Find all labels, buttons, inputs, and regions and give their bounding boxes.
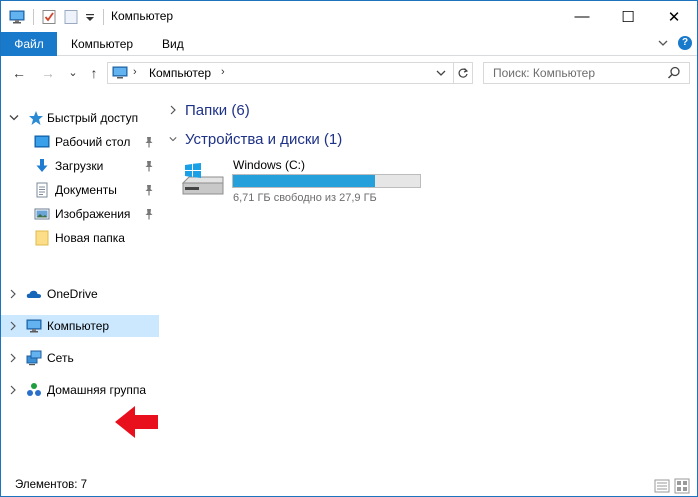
document-icon xyxy=(36,182,48,198)
sidebar-item-documents[interactable]: Документы xyxy=(1,179,159,201)
drive-name: Windows (C:) xyxy=(233,158,306,172)
tab-view[interactable]: Вид xyxy=(150,32,196,56)
drive-item[interactable]: Windows (C:) 6,71 ГБ свободно из 27,9 ГБ xyxy=(179,155,429,205)
breadcrumb-arrow[interactable]: › xyxy=(133,66,137,78)
computer-icon xyxy=(112,66,128,79)
chevron-right-icon[interactable] xyxy=(169,104,177,116)
refresh-icon xyxy=(458,68,468,78)
hard-drive-icon xyxy=(181,163,224,195)
maximize-button[interactable]: ☐ xyxy=(605,1,651,32)
chevron-down-icon[interactable] xyxy=(9,114,19,122)
drive-usage-bar xyxy=(232,174,421,188)
sidebar-item-label: Домашняя группа xyxy=(47,383,147,397)
pictures-icon xyxy=(34,208,50,220)
window-title: Компьютер xyxy=(111,9,174,23)
search-input[interactable] xyxy=(484,63,664,83)
annotation-arrow-icon xyxy=(115,406,158,438)
sidebar-item-label: Новая папка xyxy=(55,231,125,245)
group-label: Папки (6) xyxy=(185,101,250,119)
sidebar-item-desktop[interactable]: Рабочий стол xyxy=(1,131,159,153)
chevron-right-icon[interactable] xyxy=(9,385,17,395)
tab-computer[interactable]: Компьютер xyxy=(59,32,145,56)
details-view-icon[interactable] xyxy=(654,478,670,494)
sidebar-item-network[interactable]: Сеть xyxy=(1,347,159,369)
refresh-button[interactable] xyxy=(453,62,473,84)
content-pane: Папки (6) Устройства и диски (1) Windows… xyxy=(161,91,697,471)
chevron-right-icon[interactable] xyxy=(9,353,17,363)
network-icon xyxy=(26,350,42,366)
forward-button[interactable]: → xyxy=(38,63,58,83)
sidebar-item-label: OneDrive xyxy=(47,287,98,301)
chevron-down-icon[interactable] xyxy=(169,133,177,145)
customize-dropdown-icon[interactable] xyxy=(85,9,95,25)
status-bar: Элементов: 7 xyxy=(1,476,697,496)
ribbon-expand-icon[interactable] xyxy=(658,39,668,47)
close-button[interactable]: ✕ xyxy=(651,1,697,32)
explorer-window: Компьютер — ☐ ✕ Файл Компьютер Вид ? ← →… xyxy=(0,0,698,497)
sidebar-item-label: Рабочий стол xyxy=(55,135,131,149)
title-separator xyxy=(103,9,104,25)
sidebar-item-homegroup[interactable]: Домашняя группа xyxy=(1,379,159,401)
group-label: Устройства и диски (1) xyxy=(185,130,343,148)
sidebar-item-new-folder[interactable]: Новая папка xyxy=(1,227,159,249)
sidebar-item-label: Компьютер xyxy=(47,319,110,333)
sidebar-item-label: Изображения xyxy=(55,207,131,221)
search-icon[interactable] xyxy=(667,66,681,80)
recent-locations-button[interactable]: ⌄ xyxy=(63,63,83,83)
folder-icon xyxy=(35,230,49,246)
items-count: Элементов: 7 xyxy=(15,479,88,491)
ribbon-tabs: Файл Компьютер Вид ? xyxy=(1,32,697,56)
computer-icon xyxy=(26,319,42,333)
up-button[interactable]: ↑ xyxy=(84,63,104,83)
tab-file[interactable]: Файл xyxy=(1,32,57,56)
download-icon xyxy=(36,159,48,172)
drive-free-space: 6,71 ГБ свободно из 27,9 ГБ xyxy=(233,192,377,204)
pin-icon[interactable] xyxy=(144,136,154,148)
sidebar-item-onedrive[interactable]: OneDrive xyxy=(1,283,159,305)
computer-icon[interactable] xyxy=(9,9,25,25)
navigation-bar: ← → ⌄ ↑ › Компьютер › xyxy=(1,57,697,89)
toolbar-separator xyxy=(33,9,34,25)
minimize-button[interactable]: — xyxy=(559,1,605,32)
title-bar: Компьютер — ☐ ✕ xyxy=(1,1,697,32)
sidebar-item-pictures[interactable]: Изображения xyxy=(1,203,159,225)
pin-icon[interactable] xyxy=(144,160,154,172)
cloud-icon xyxy=(26,290,42,298)
drive-usage-fill xyxy=(233,175,376,187)
breadcrumb-arrow[interactable]: › xyxy=(221,66,225,78)
group-devices[interactable]: Устройства и диски (1) xyxy=(169,129,342,149)
quick-access-toolbar xyxy=(9,7,95,27)
address-dropdown-icon[interactable] xyxy=(436,65,446,81)
search-box[interactable] xyxy=(483,62,690,84)
pin-icon[interactable] xyxy=(144,184,154,196)
breadcrumb-computer[interactable]: Компьютер xyxy=(149,66,211,80)
sidebar-item-quick-access[interactable]: Быстрый доступ xyxy=(1,107,159,129)
help-icon[interactable]: ? xyxy=(678,36,692,50)
group-folders[interactable]: Папки (6) xyxy=(169,100,250,120)
star-icon xyxy=(29,111,43,125)
address-bar[interactable]: › Компьютер › xyxy=(107,62,454,84)
sidebar-item-computer[interactable]: Компьютер xyxy=(1,315,159,337)
desktop-icon xyxy=(34,135,50,148)
sidebar-item-label: Быстрый доступ xyxy=(47,111,139,125)
chevron-right-icon[interactable] xyxy=(9,321,17,331)
sidebar-item-label: Загрузки xyxy=(55,159,104,173)
sidebar-item-label: Документы xyxy=(55,183,117,197)
new-folder-icon[interactable] xyxy=(63,9,79,25)
chevron-right-icon[interactable] xyxy=(9,289,17,299)
sidebar-item-downloads[interactable]: Загрузки xyxy=(1,155,159,177)
sidebar-item-label: Сеть xyxy=(47,351,74,365)
back-button[interactable]: ← xyxy=(9,63,29,83)
homegroup-icon xyxy=(27,383,41,396)
pin-icon[interactable] xyxy=(144,208,154,220)
navigation-pane: Быстрый доступ Рабочий стол Загрузки Док… xyxy=(1,96,161,471)
large-icons-view-icon[interactable] xyxy=(674,478,690,494)
properties-icon[interactable] xyxy=(41,9,57,25)
